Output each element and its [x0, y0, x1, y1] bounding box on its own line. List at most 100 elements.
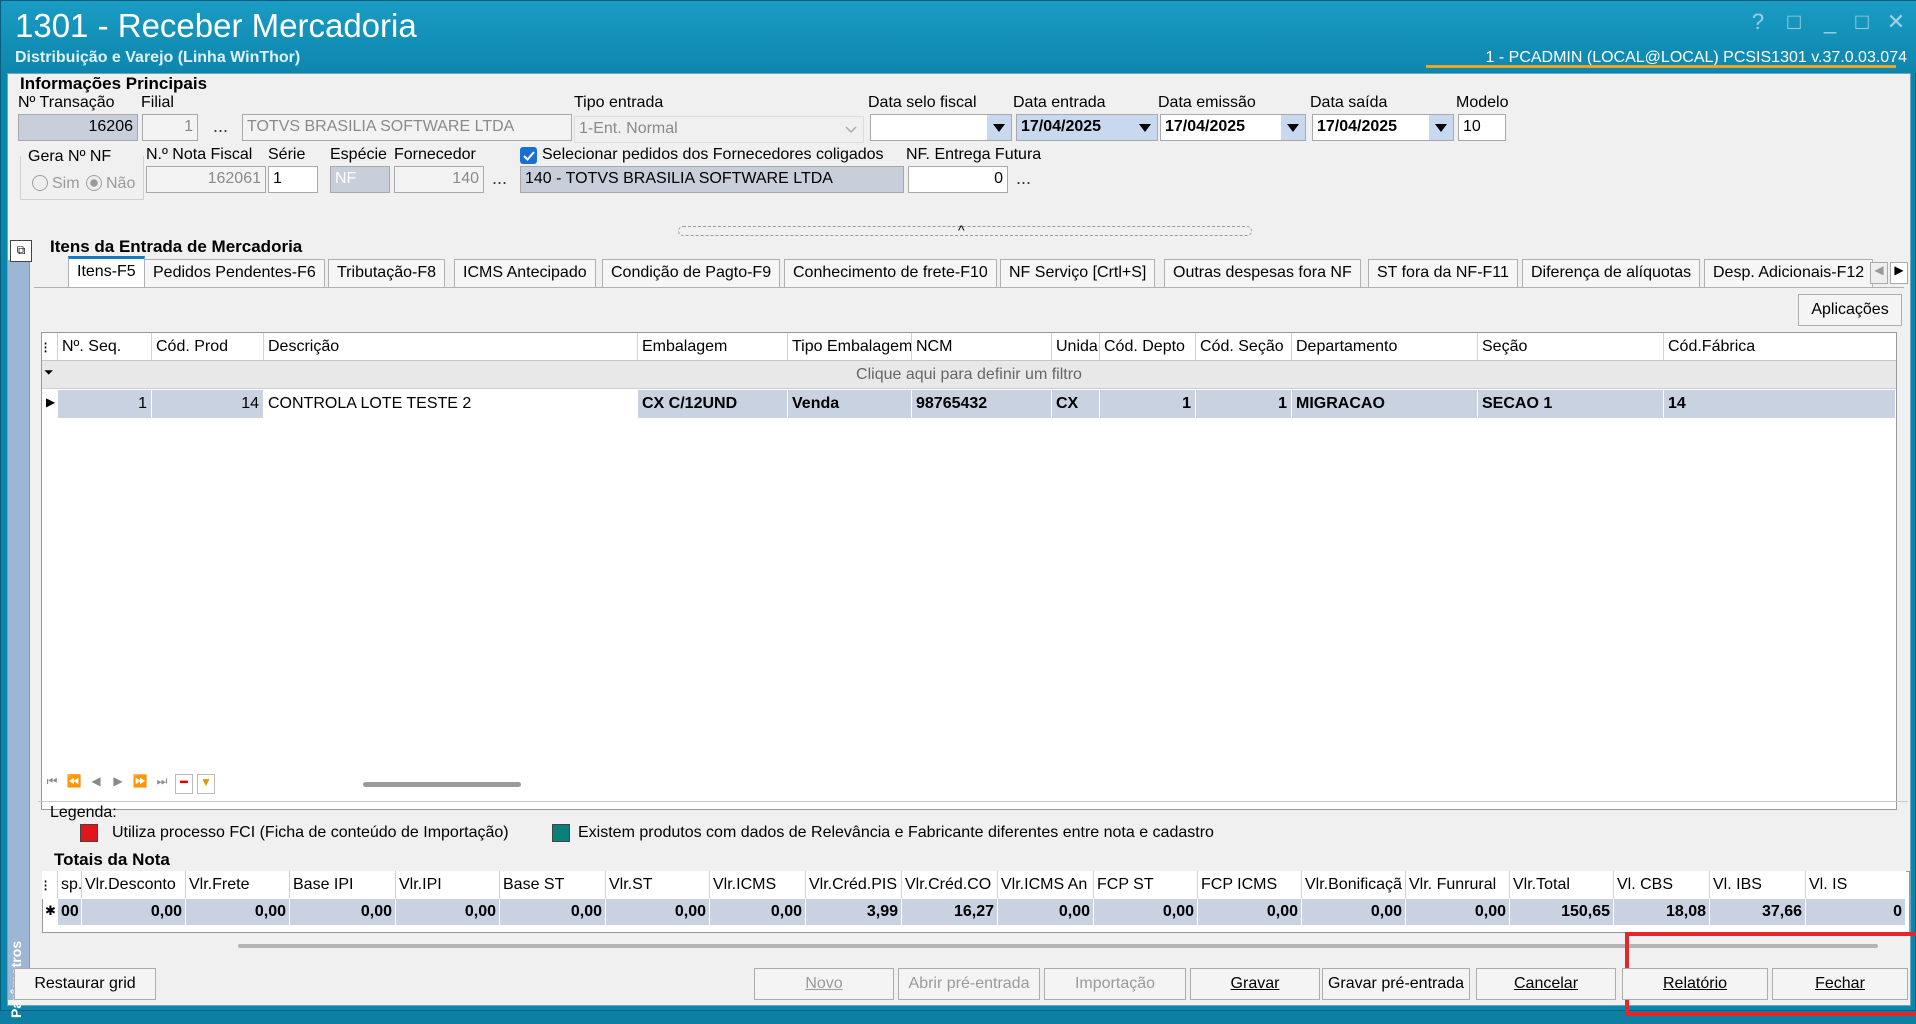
tot-cell-cred-pis[interactable]: 3,99	[806, 899, 902, 925]
tot-cell-fcp-icms[interactable]: 0,00	[1198, 899, 1302, 925]
tot-cell-total[interactable]: 150,65	[1510, 899, 1614, 925]
tab-icms-antecipado[interactable]: ICMS Antecipado	[454, 259, 596, 287]
calendar-dropdown-icon[interactable]	[1281, 115, 1305, 140]
cancelar-button[interactable]: Cancelar	[1476, 968, 1616, 1000]
help-icon[interactable]: ?	[1745, 9, 1771, 35]
radio-nao[interactable]	[86, 175, 102, 191]
tot-cell-sp[interactable]: 00	[58, 899, 82, 925]
abrir-pre-entrada-button[interactable]: Abrir pré-entrada	[898, 968, 1040, 1000]
filter-row[interactable]: Clique aqui para definir um filtro	[42, 361, 1896, 389]
tab-pedidos-pendentes[interactable]: Pedidos Pendentes-F6	[144, 259, 325, 287]
maximize-icon[interactable]: □	[1849, 9, 1875, 35]
tot-header-cred-cofins[interactable]: Vlr.Créd.CO	[902, 871, 998, 899]
cell-cod-depto[interactable]: 1	[1100, 390, 1196, 418]
tipo-entrada-select[interactable]: 1-Ent. Normal	[574, 116, 864, 143]
fornecedor-field[interactable]: 140	[394, 166, 484, 193]
cell-departamento[interactable]: MIGRACAO	[1292, 390, 1478, 418]
relatorio-button[interactable]: Relatório	[1622, 968, 1768, 1000]
close-icon[interactable]: ✕	[1883, 9, 1909, 35]
next-record-icon[interactable]: ▶	[109, 774, 127, 794]
tot-header-base-st[interactable]: Base ST	[500, 871, 606, 899]
first-record-icon[interactable]: ⏮	[43, 774, 61, 794]
n-transacao-field[interactable]: 16206	[18, 114, 138, 141]
cell-cod-secao[interactable]: 1	[1196, 390, 1292, 418]
tot-header-fcp-icms[interactable]: FCP ICMS	[1198, 871, 1302, 899]
tot-header-cbs[interactable]: Vl. CBS	[1614, 871, 1710, 899]
tot-cell-is[interactable]: 0	[1806, 899, 1906, 925]
cell-seq[interactable]: 1	[58, 390, 152, 418]
tot-header-base-ipi[interactable]: Base IPI	[290, 871, 396, 899]
col-header-cod-fabrica[interactable]: Cód.Fábrica	[1664, 333, 1896, 361]
tot-cell-vlr-icms[interactable]: 0,00	[710, 899, 806, 925]
tot-header-sp[interactable]: sp.	[58, 871, 82, 899]
tot-header-vlr-ipi[interactable]: Vlr.IPI	[396, 871, 500, 899]
cell-tipo-embalagem[interactable]: Venda	[788, 390, 912, 418]
items-grid[interactable]: ⁝ Nº. Seq. Cód. Prod Descrição Embalagem…	[41, 332, 1897, 810]
col-header-seq[interactable]: Nº. Seq.	[58, 333, 152, 361]
tab-itens[interactable]: Itens-F5	[68, 256, 145, 288]
col-header-descricao[interactable]: Descrição	[264, 333, 638, 361]
column-chooser-icon[interactable]: ⁝	[42, 333, 58, 361]
tab-scroll-left-icon[interactable]: ◀	[1870, 262, 1888, 284]
col-header-tipo-embalagem[interactable]: Tipo Embalagem	[788, 333, 912, 361]
tot-cell-cbs[interactable]: 18,08	[1614, 899, 1710, 925]
col-header-departamento[interactable]: Departamento	[1292, 333, 1478, 361]
tot-cell-cred-cofins[interactable]: 16,27	[902, 899, 998, 925]
splitter-handle[interactable]	[678, 226, 1252, 236]
cell-descricao[interactable]: CONTROLA LOTE TESTE 2	[264, 390, 638, 418]
last-record-icon[interactable]: ⏭	[153, 774, 171, 794]
tab-tributacao[interactable]: Tributação-F8	[328, 259, 445, 287]
tot-header-funrural[interactable]: Vlr. Funrural	[1406, 871, 1510, 899]
totals-column-chooser-icon[interactable]: ⁝	[42, 871, 58, 899]
tot-header-fcp-st[interactable]: FCP ST	[1094, 871, 1198, 899]
tab-condicao-pagto[interactable]: Condição de Pagto-F9	[602, 259, 781, 287]
nf-entrega-futura-field[interactable]: 0	[908, 166, 1008, 193]
tot-cell-vlr-ipi[interactable]: 0,00	[396, 899, 500, 925]
tot-header-frete[interactable]: Vlr.Frete	[186, 871, 290, 899]
filial-field[interactable]: 1	[142, 114, 198, 141]
importacao-button[interactable]: Importação	[1044, 968, 1186, 1000]
tot-header-cred-pis[interactable]: Vlr.Créd.PIS	[806, 871, 902, 899]
restore-panel-icon[interactable]: ⧉	[10, 240, 32, 262]
tot-cell-frete[interactable]: 0,00	[186, 899, 290, 925]
data-saida-field[interactable]: 17/04/2025	[1312, 114, 1454, 141]
fechar-button[interactable]: Fechar	[1772, 968, 1908, 1000]
fornecedor-lookup-button[interactable]: ...	[492, 168, 507, 189]
col-header-unidade[interactable]: Unida	[1052, 333, 1100, 361]
tot-header-ibs[interactable]: Vl. IBS	[1710, 871, 1806, 899]
filter-icon[interactable]: ⏷	[44, 365, 54, 380]
tot-header-vlr-icms[interactable]: Vlr.ICMS	[710, 871, 806, 899]
tab-conhecimento-frete[interactable]: Conhecimento de frete-F10	[784, 259, 997, 287]
tot-cell-funrural[interactable]: 0,00	[1406, 899, 1510, 925]
tot-cell-bonificacao[interactable]: 0,00	[1302, 899, 1406, 925]
tot-cell-base-ipi[interactable]: 0,00	[290, 899, 396, 925]
checkbox-selecionar-pedidos[interactable]	[520, 147, 537, 164]
radio-sim[interactable]	[32, 175, 48, 191]
tot-cell-desconto[interactable]: 0,00	[82, 899, 186, 925]
cell-embalagem[interactable]: CX C/12UND	[638, 390, 788, 418]
tot-header-icms-ant[interactable]: Vlr.ICMS An	[998, 871, 1094, 899]
nf-entrega-futura-lookup-button[interactable]: ...	[1016, 168, 1031, 189]
tot-header-desconto[interactable]: Vlr.Desconto	[82, 871, 186, 899]
minimize-icon[interactable]: _	[1817, 9, 1843, 35]
col-header-cod-secao[interactable]: Cód. Seção	[1196, 333, 1292, 361]
data-entrada-field[interactable]: 17/04/2025	[1016, 114, 1158, 141]
cell-cod-prod[interactable]: 14	[152, 390, 264, 418]
prev-record-icon[interactable]: ◀	[87, 774, 105, 794]
tot-header-total[interactable]: Vlr.Total	[1510, 871, 1614, 899]
prev-page-icon[interactable]: ⏪	[65, 774, 83, 794]
col-header-ncm[interactable]: NCM	[912, 333, 1052, 361]
cell-unidade[interactable]: CX	[1052, 390, 1100, 418]
cell-ncm[interactable]: 98765432	[912, 390, 1052, 418]
tot-cell-base-st[interactable]: 0,00	[500, 899, 606, 925]
tot-cell-icms-ant[interactable]: 0,00	[998, 899, 1094, 925]
aplicacoes-button[interactable]: Aplicações	[1798, 294, 1902, 326]
calendar-dropdown-icon[interactable]	[987, 115, 1011, 140]
cell-cod-fabrica[interactable]: 14	[1664, 390, 1896, 418]
tab-diferenca-aliquotas[interactable]: Diferença de alíquotas	[1522, 259, 1701, 287]
restore-icon[interactable]: □	[1781, 9, 1807, 35]
tab-scroll-right-icon[interactable]: ▶	[1890, 262, 1908, 284]
col-header-secao[interactable]: Seção	[1478, 333, 1664, 361]
col-header-cod-depto[interactable]: Cód. Depto	[1100, 333, 1196, 361]
tot-cell-vlr-st[interactable]: 0,00	[606, 899, 710, 925]
